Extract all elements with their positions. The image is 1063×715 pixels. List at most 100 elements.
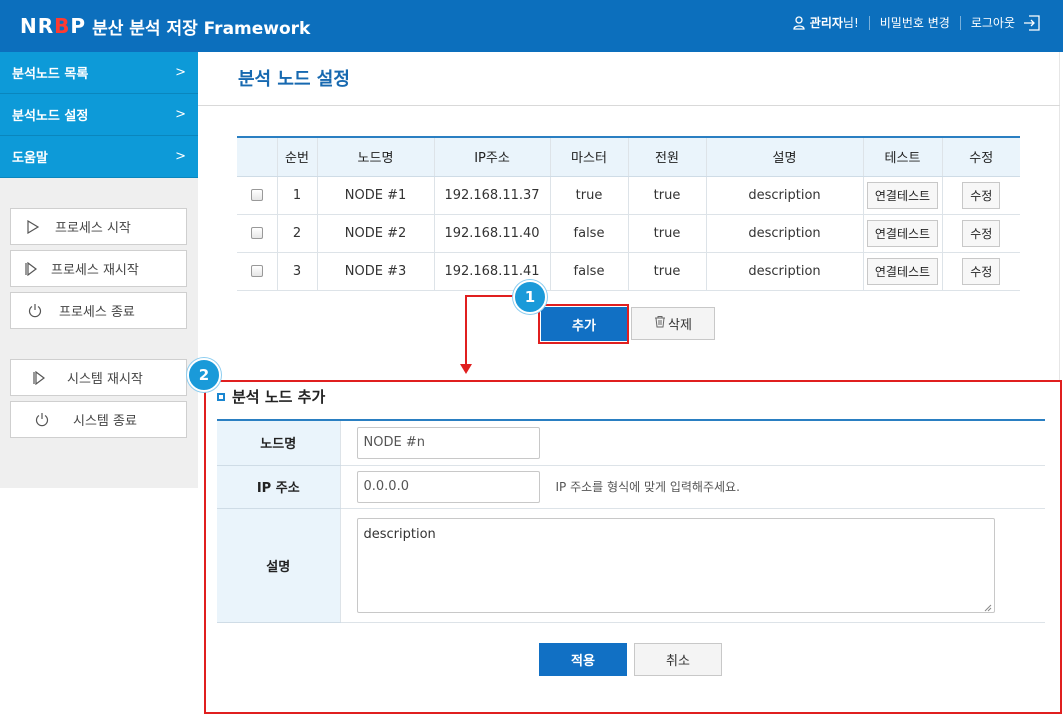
system-stop-button[interactable]: 시스템 종료 [10, 401, 187, 438]
edit-button[interactable]: 수정 [962, 257, 1001, 285]
power-icon [11, 303, 59, 318]
row-checkbox[interactable] [250, 189, 263, 201]
cell-edit: 수정 [941, 252, 1020, 291]
sidebar-item-node-settings[interactable]: 분석노드 설정 > [0, 94, 198, 136]
admin-suffix: 님! [842, 16, 859, 30]
process-restart-button[interactable]: 프로세스 재시작 [10, 250, 187, 287]
sidebar: 분석노드 목록 > 분석노드 설정 > 도움말 > 프로세스 시작 프로세스 재… [0, 52, 198, 488]
column-header: 수정 [941, 136, 1020, 177]
divider [868, 15, 870, 30]
cell-name: NODE #2 [316, 214, 434, 253]
sidebar-menu: 분석노드 목록 > 분석노드 설정 > 도움말 > [0, 52, 198, 178]
user-icon [793, 15, 805, 30]
column-header: 순번 [276, 136, 317, 177]
form-title-text: 분석 노드 추가 [232, 388, 326, 406]
apply-button[interactable]: 적용 [539, 643, 627, 676]
ip-hint: IP 주소를 형식에 맞게 입력해주세요. [555, 480, 740, 494]
form-row-desc: 설명 description [217, 508, 1045, 623]
cell-no: 2 [276, 214, 317, 253]
cell-desc: description [705, 214, 863, 253]
cell-no: 3 [276, 252, 317, 291]
column-header: 테스트 [862, 136, 942, 177]
cell-desc: description [705, 176, 863, 215]
cell-desc: description [705, 252, 863, 291]
button-label: 프로세스 종료 [59, 305, 135, 320]
add-button-highlight [538, 304, 629, 344]
form-title: 분석 노드 추가 [217, 386, 325, 407]
admin-name: 관리자 [809, 16, 843, 30]
row-select-cell [237, 176, 277, 215]
button-label: 시스템 재시작 [67, 372, 143, 387]
connection-test-button[interactable]: 연결테스트 [866, 181, 939, 209]
cancel-button[interactable]: 취소 [634, 643, 722, 676]
column-header: 설명 [705, 136, 863, 177]
cell-test: 연결테스트 [862, 214, 942, 253]
table-row: 2 NODE #2 192.168.11.40 false true descr… [237, 214, 1020, 253]
sidebar-item-node-list[interactable]: 분석노드 목록 > [0, 52, 198, 94]
edit-button[interactable]: 수정 [962, 181, 1001, 209]
add-node-form: 노드명 NODE #n IP 주소 0.0.0.0 IP 주소를 형식에 맞게 … [217, 419, 1045, 623]
row-checkbox[interactable] [250, 227, 263, 239]
logo-mark: NRBP [20, 14, 87, 38]
change-password-link[interactable]: 비밀번호 변경 [880, 14, 950, 31]
field-label: 설명 [217, 508, 340, 623]
column-header: 전원 [627, 136, 706, 177]
edit-button[interactable]: 수정 [962, 219, 1001, 247]
logout-link[interactable]: 로그아웃 [971, 14, 1015, 31]
step-badge-2: 2 [187, 358, 221, 392]
connection-test-button[interactable]: 연결테스트 [866, 219, 939, 247]
cell-test: 연결테스트 [862, 252, 942, 291]
cell-master: false [549, 252, 628, 291]
connection-test-button[interactable]: 연결테스트 [866, 257, 939, 285]
top-header: NRBP 분산 분석 저장 Framework 관리자 님! 비밀번호 변경 로… [0, 0, 1063, 52]
column-header: 노드명 [316, 136, 434, 177]
field-value: NODE #n [339, 419, 1045, 466]
chevron-right-icon: > [175, 149, 186, 164]
cell-ip: 192.168.11.40 [433, 214, 550, 253]
resize-handle-icon[interactable] [983, 601, 992, 611]
play-icon [11, 219, 55, 234]
column-header [237, 136, 277, 177]
field-value: description [339, 508, 1045, 623]
description-textarea[interactable]: description [356, 517, 995, 613]
restart-icon [11, 261, 51, 276]
table-row: 1 NODE #1 192.168.11.37 true true descri… [237, 176, 1020, 215]
row-select-cell [237, 214, 277, 253]
cell-edit: 수정 [941, 176, 1020, 215]
cell-power: true [627, 214, 706, 253]
delete-button[interactable]: 삭제 [631, 307, 715, 340]
sidebar-item-label: 분석노드 설정 [12, 109, 89, 124]
system-restart-button[interactable]: 시스템 재시작 [10, 359, 187, 396]
field-label: 노드명 [217, 419, 340, 466]
column-header: 마스터 [549, 136, 628, 177]
cell-edit: 수정 [941, 214, 1020, 253]
process-start-button[interactable]: 프로세스 시작 [10, 208, 187, 245]
field-value: 0.0.0.0 IP 주소를 형식에 맞게 입력해주세요. [339, 465, 1045, 509]
row-checkbox[interactable] [250, 265, 263, 277]
cell-no: 1 [276, 176, 317, 215]
chevron-right-icon: > [175, 107, 186, 122]
logout-icon[interactable] [1023, 14, 1041, 31]
sidebar-item-label: 분석노드 목록 [12, 67, 89, 82]
restart-icon [11, 370, 67, 385]
form-row-name: 노드명 NODE #n [217, 419, 1045, 466]
user-area: 관리자 님! 비밀번호 변경 로그아웃 [793, 14, 1041, 31]
cell-ip: 192.168.11.37 [433, 176, 550, 215]
divider [959, 15, 961, 30]
ip-address-input[interactable]: 0.0.0.0 [356, 470, 540, 503]
field-label: IP 주소 [217, 465, 340, 509]
process-stop-button[interactable]: 프로세스 종료 [10, 292, 187, 329]
page-title: 분석 노드 설정 [238, 69, 350, 90]
form-row-ip: IP 주소 0.0.0.0 IP 주소를 형식에 맞게 입력해주세요. [217, 465, 1045, 509]
trash-icon [654, 315, 666, 332]
cell-master: true [549, 176, 628, 215]
button-label: 시스템 종료 [73, 414, 137, 429]
sidebar-item-help[interactable]: 도움말 > [0, 136, 198, 178]
app-logo[interactable]: NRBP 분산 분석 저장 Framework [20, 12, 310, 40]
table-header-row: 순번 노드명 IP주소 마스터 전원 설명 테스트 수정 [237, 136, 1020, 177]
button-label: 프로세스 시작 [55, 221, 131, 236]
column-header: IP주소 [433, 136, 550, 177]
node-name-input[interactable]: NODE #n [356, 426, 540, 459]
square-bullet-icon [217, 392, 225, 401]
textarea-value: description [363, 526, 436, 542]
